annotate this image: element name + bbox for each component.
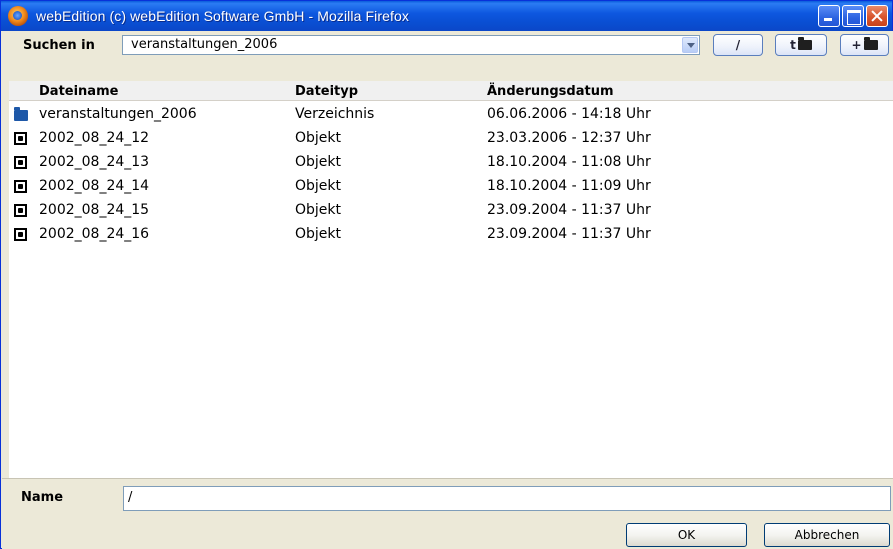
column-header-modified[interactable]: Änderungsdatum xyxy=(487,84,614,99)
name-field[interactable]: / xyxy=(123,486,891,511)
file-name: 2002_08_24_14 xyxy=(39,178,150,194)
window-controls xyxy=(818,5,888,27)
file-modified-date: 23.09.2004 - 11:37 Uhr xyxy=(487,226,651,242)
file-name: veranstaltungen_2006 xyxy=(39,106,197,122)
cancel-button[interactable]: Abbrechen xyxy=(764,523,890,547)
file-type: Verzeichnis xyxy=(295,106,375,122)
file-modified-date: 23.09.2004 - 11:37 Uhr xyxy=(487,202,651,218)
browser-window: webEdition (c) webEdition Software GmbH … xyxy=(0,0,893,549)
root-button-label: / xyxy=(735,38,741,52)
object-icon xyxy=(14,228,27,241)
file-type: Objekt xyxy=(295,226,342,242)
file-type: Objekt xyxy=(295,178,342,194)
parent-directory-button[interactable]: t xyxy=(775,34,827,56)
file-modified-date: 23.03.2006 - 12:37 Uhr xyxy=(487,130,651,146)
directory-select[interactable]: veranstaltungen_2006 xyxy=(122,35,700,55)
list-item[interactable]: 2002_08_24_12 Objekt 23.03.2006 - 12:37 Uh… xyxy=(9,127,893,151)
file-list-header: Dateiname Dateityp Änderungsdatum xyxy=(9,81,893,101)
firefox-icon xyxy=(8,6,28,26)
file-list: Dateiname Dateityp Änderungsdatum verans… xyxy=(9,81,893,478)
ok-button[interactable]: OK xyxy=(626,523,747,547)
folder-icon xyxy=(863,37,878,50)
file-type: Objekt xyxy=(295,202,342,218)
list-item[interactable]: 2002_08_24_13 Objekt 18.10.2004 - 11:08 Uh… xyxy=(9,151,893,175)
dialog-footer: Name / OK Abbrechen xyxy=(2,478,893,549)
close-button[interactable] xyxy=(866,5,888,27)
directory-select-value: veranstaltungen_2006 xyxy=(131,37,278,52)
window-titlebar[interactable]: webEdition (c) webEdition Software GmbH … xyxy=(1,1,892,31)
file-type: Objekt xyxy=(295,154,342,170)
maximize-button[interactable] xyxy=(842,5,864,27)
plus-icon: + xyxy=(851,38,862,52)
file-type: Objekt xyxy=(295,130,342,146)
root-directory-button[interactable]: / xyxy=(713,34,763,56)
folder-icon xyxy=(797,37,812,50)
up-arrow-icon: t xyxy=(790,38,796,52)
file-modified-date: 18.10.2004 - 11:08 Uhr xyxy=(487,154,651,170)
object-icon xyxy=(14,156,27,169)
object-icon xyxy=(14,180,27,193)
list-item[interactable]: 2002_08_24_16 Objekt 23.09.2004 - 11:37 Uh… xyxy=(9,223,893,247)
column-header-filetype[interactable]: Dateityp xyxy=(295,84,358,99)
list-item[interactable]: 2002_08_24_14 Objekt 18.10.2004 - 11:09 Uh… xyxy=(9,175,893,199)
file-name: 2002_08_24_15 xyxy=(39,202,150,218)
file-modified-date: 06.06.2006 - 14:18 Uhr xyxy=(487,106,651,122)
list-item[interactable]: 2002_08_24_15 Objekt 23.09.2004 - 11:37 Uh… xyxy=(9,199,893,223)
new-folder-button[interactable]: + xyxy=(840,34,889,56)
minimize-button[interactable] xyxy=(818,5,840,27)
window-title: webEdition (c) webEdition Software GmbH … xyxy=(36,8,409,24)
file-name: 2002_08_24_16 xyxy=(39,226,150,242)
column-header-filename[interactable]: Dateiname xyxy=(39,84,118,99)
file-name: 2002_08_24_12 xyxy=(39,130,150,146)
list-item[interactable]: veranstaltungen_2006 Verzeichnis 06.06.200… xyxy=(9,103,893,127)
file-modified-date: 18.10.2004 - 11:09 Uhr xyxy=(487,178,651,194)
object-icon xyxy=(14,204,27,217)
chevron-down-icon[interactable] xyxy=(682,37,698,53)
folder-icon xyxy=(14,107,28,121)
object-icon xyxy=(14,132,27,145)
search-in-label: Suchen in xyxy=(23,38,95,53)
file-name: 2002_08_24_13 xyxy=(39,154,150,170)
name-label: Name xyxy=(21,490,64,505)
